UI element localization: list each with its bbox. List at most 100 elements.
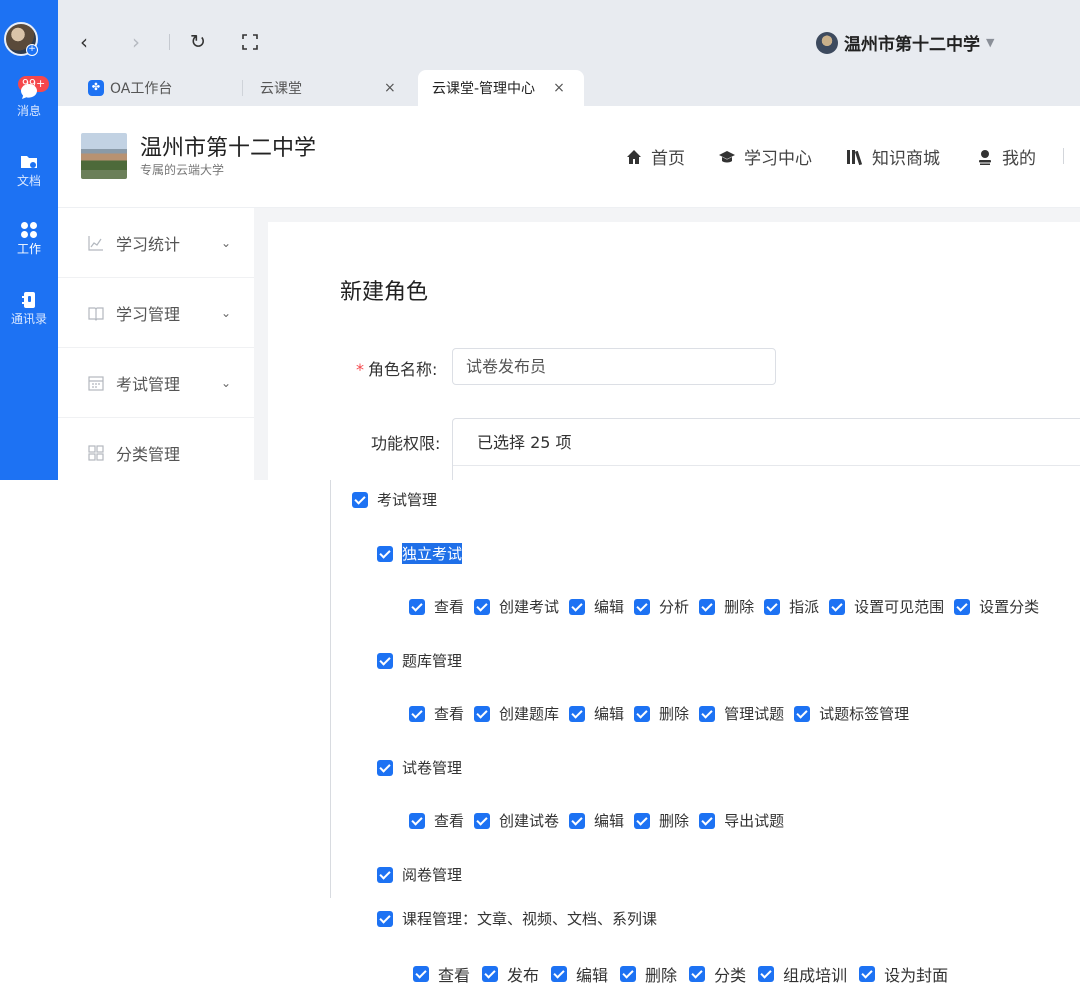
forward-icon[interactable]: › <box>132 30 140 54</box>
content-gutter <box>254 208 1080 222</box>
nav-home[interactable]: 首页 <box>625 144 685 169</box>
checkbox-checked[interactable] <box>413 966 429 982</box>
perm-option[interactable]: 创建试卷 <box>474 810 559 831</box>
fullscreen-icon[interactable] <box>242 34 258 50</box>
selected-count: 已选择 25 项 <box>477 433 572 452</box>
school-switcher[interactable]: 温州市第十二中学 ▼ <box>816 30 994 55</box>
tab-label: 云课堂 <box>260 81 302 97</box>
add-status-icon[interactable]: + <box>26 44 38 56</box>
checkbox-checked[interactable] <box>859 966 876 982</box>
checkbox-checked[interactable] <box>409 598 425 615</box>
checkbox-checked[interactable] <box>689 966 706 982</box>
chat-icon <box>21 84 37 99</box>
perm-option[interactable]: 查看 <box>409 596 464 617</box>
nav-knowledge-mall[interactable]: 知识商城 <box>846 144 940 169</box>
rail-item-contacts[interactable]: 通讯录 <box>0 290 58 326</box>
perm-option[interactable]: 创建考试 <box>474 596 559 617</box>
menu-learning-stats[interactable]: 学习统计 ⌄ <box>58 208 254 278</box>
rail-item-messages[interactable]: 消息 <box>0 82 58 118</box>
perm-option[interactable]: 删除 <box>634 810 689 831</box>
tab-management-center[interactable]: 云课堂-管理中心 × <box>418 70 584 106</box>
perm-option[interactable]: 查看 <box>409 810 464 831</box>
tab-cloud-class[interactable]: 云课堂 × <box>260 70 410 106</box>
checkbox-checked[interactable] <box>352 491 368 508</box>
rail-item-documents[interactable]: 文档 <box>0 152 58 188</box>
menu-category-mgmt[interactable]: 分类管理 <box>58 418 254 488</box>
checkbox-checked[interactable] <box>377 545 393 562</box>
checkbox-checked[interactable] <box>634 812 651 829</box>
perm-option[interactable]: 查看 <box>409 703 464 724</box>
checkbox-checked[interactable] <box>794 705 811 722</box>
tab-close-icon[interactable]: × <box>384 80 396 96</box>
chevron-down-icon: ⌄ <box>221 375 232 390</box>
checkbox-checked[interactable] <box>758 966 775 982</box>
perm-option[interactable]: 设置分类 <box>954 596 1039 617</box>
perm-standalone-exam[interactable]: 独立考试 <box>377 543 463 564</box>
checkbox-checked[interactable] <box>551 966 568 982</box>
checkbox-checked[interactable] <box>569 812 586 829</box>
perm-option[interactable]: 删除 <box>620 962 677 986</box>
checkbox-checked[interactable] <box>699 812 716 829</box>
nav-mine[interactable]: 我的 <box>976 144 1036 169</box>
checkbox-checked[interactable] <box>569 705 586 722</box>
perm-option[interactable]: 创建题库 <box>474 703 559 724</box>
perm-option[interactable]: 分类 <box>689 962 746 986</box>
menu-exam-mgmt[interactable]: 考试管理 ⌄ <box>58 348 254 418</box>
perm-option[interactable]: 删除 <box>699 596 754 617</box>
perm-grading-mgmt[interactable]: 阅卷管理 <box>377 864 462 885</box>
checkbox-checked[interactable] <box>699 705 716 722</box>
rail-item-work[interactable]: 工作 <box>0 220 58 256</box>
checkbox-checked[interactable] <box>482 966 499 982</box>
perm-question-bank[interactable]: 题库管理 <box>377 650 462 671</box>
checkbox-checked[interactable] <box>954 598 971 615</box>
checkbox-checked[interactable] <box>474 598 491 615</box>
perm-option[interactable]: 设置可见范围 <box>829 596 944 617</box>
checkbox-checked[interactable] <box>409 812 425 829</box>
nav-learning-center[interactable]: 学习中心 <box>718 144 812 169</box>
checkbox-checked[interactable] <box>377 652 393 669</box>
role-name-input[interactable]: 试卷发布员 <box>452 348 776 385</box>
school-logo[interactable] <box>81 133 127 179</box>
tab-oa-workbench[interactable]: ✤ OA工作台 <box>88 70 238 106</box>
perm-exam-mgmt[interactable]: 考试管理 <box>352 489 437 510</box>
perm-option[interactable]: 编辑 <box>569 810 624 831</box>
perm-option[interactable]: 管理试题 <box>699 703 784 724</box>
school-logo-icon <box>816 31 838 54</box>
checkbox-checked[interactable] <box>569 598 586 615</box>
refresh-icon[interactable]: ↻ <box>190 30 206 54</box>
perm-course-mgmt[interactable]: 课程管理：文章、视频、文档、系列课 <box>377 908 657 929</box>
tab-close-icon[interactable]: × <box>553 80 565 96</box>
perm-option[interactable]: 查看 <box>413 962 470 986</box>
menu-learning-mgmt[interactable]: 学习管理 ⌄ <box>58 278 254 348</box>
nav-label: 我的 <box>1002 149 1036 169</box>
role-name-label: * 角色名称: <box>356 360 438 379</box>
perm-option[interactable]: 发布 <box>482 962 539 986</box>
checkbox-checked[interactable] <box>699 598 716 615</box>
menu-label: 学习统计 <box>116 234 181 254</box>
perm-option[interactable]: 分析 <box>634 596 689 617</box>
checkbox-checked[interactable] <box>377 910 393 927</box>
perm-option[interactable]: 组成培训 <box>758 962 847 986</box>
perm-option[interactable]: 试题标签管理 <box>794 703 909 724</box>
perm-option[interactable]: 删除 <box>634 703 689 724</box>
perm-option[interactable]: 编辑 <box>569 703 624 724</box>
perm-paper-mgmt[interactable]: 试卷管理 <box>377 757 462 778</box>
perm-option[interactable]: 编辑 <box>569 596 624 617</box>
perm-label: 考试管理 <box>377 491 438 509</box>
checkbox-checked[interactable] <box>377 866 393 883</box>
checkbox-checked[interactable] <box>377 759 393 776</box>
checkbox-checked[interactable] <box>474 705 491 722</box>
checkbox-checked[interactable] <box>634 598 651 615</box>
checkbox-checked[interactable] <box>634 705 651 722</box>
perm-option[interactable]: 设为封面 <box>859 962 948 986</box>
permissions-box[interactable]: 已选择 25 项 <box>452 418 1080 480</box>
perm-option[interactable]: 编辑 <box>551 962 608 986</box>
checkbox-checked[interactable] <box>764 598 781 615</box>
checkbox-checked[interactable] <box>829 598 846 615</box>
checkbox-checked[interactable] <box>620 966 637 982</box>
back-icon[interactable]: ‹ <box>80 30 88 54</box>
perm-option[interactable]: 指派 <box>764 596 819 617</box>
perm-option[interactable]: 导出试题 <box>699 810 784 831</box>
checkbox-checked[interactable] <box>409 705 425 722</box>
checkbox-checked[interactable] <box>474 812 491 829</box>
